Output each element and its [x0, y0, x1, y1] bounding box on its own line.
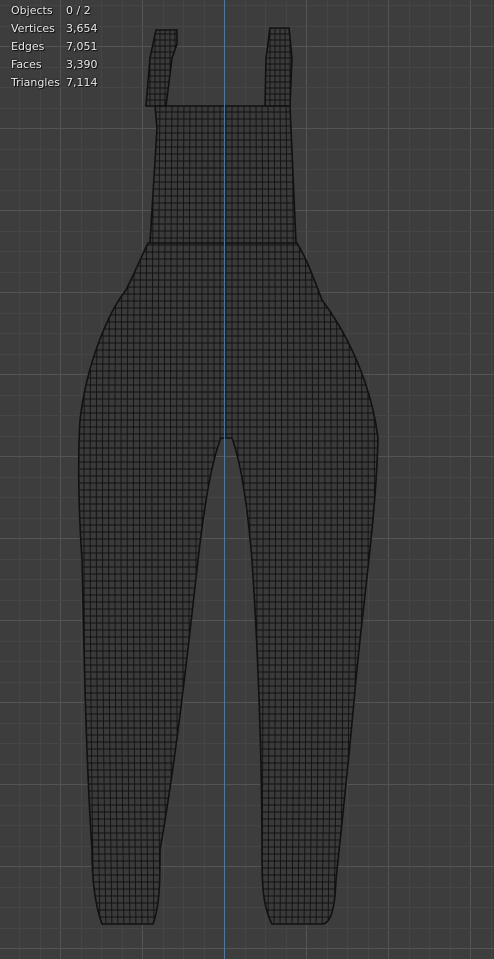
statistics-overlay: Objects 0 / 2 Vertices 3,654 Edges 7,051 Faces…	[11, 2, 98, 92]
stat-row-vertices: Vertices 3,654	[11, 20, 98, 38]
stat-value: 3,654	[66, 22, 98, 35]
3d-viewport[interactable]: Objects 0 / 2 Vertices 3,654 Edges 7,051 Faces…	[0, 0, 494, 959]
stat-row-objects: Objects 0 / 2	[11, 2, 98, 20]
stat-value: 7,114	[66, 76, 98, 89]
stat-value: 7,051	[66, 40, 98, 53]
stat-label: Vertices	[11, 22, 55, 35]
z-axis-line	[224, 0, 225, 959]
stat-row-faces: Faces 3,390	[11, 56, 98, 74]
stat-label: Objects	[11, 4, 53, 17]
stat-value: 3,390	[66, 58, 98, 71]
stat-value: 0 / 2	[66, 4, 91, 17]
stat-row-triangles: Triangles 7,114	[11, 74, 98, 92]
stat-label: Triangles	[11, 76, 60, 89]
stat-label: Faces	[11, 58, 42, 71]
stat-row-edges: Edges 7,051	[11, 38, 98, 56]
stat-label: Edges	[11, 40, 45, 53]
